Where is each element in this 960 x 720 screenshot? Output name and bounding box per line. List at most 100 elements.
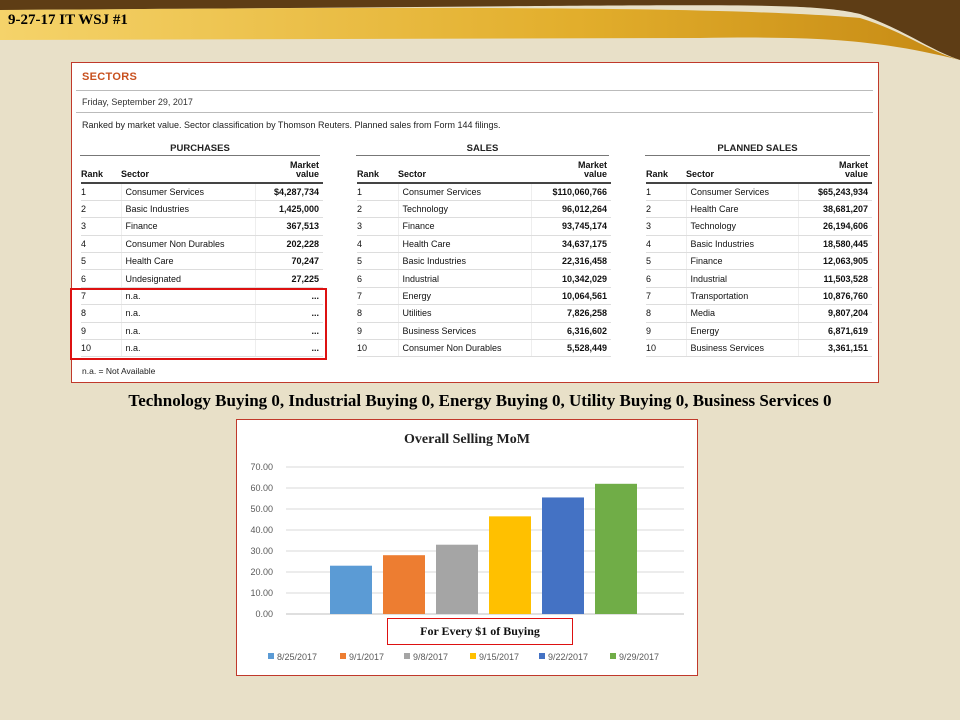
table-row: 6 Undesignated 27,225 bbox=[81, 269, 323, 288]
col-rank: Rank bbox=[357, 160, 398, 184]
value-cell: 7,826,258 bbox=[530, 304, 611, 323]
rank-cell: 2 bbox=[357, 200, 398, 219]
value-cell: 22,316,458 bbox=[530, 252, 611, 271]
sector-cell: Basic Industries bbox=[397, 252, 531, 271]
rank-cell: 9 bbox=[646, 322, 686, 341]
value-cell: 26,194,606 bbox=[797, 217, 872, 236]
value-cell: 10,064,561 bbox=[530, 287, 611, 306]
table-row: 10 Consumer Non Durables 5,528,449 bbox=[357, 339, 611, 358]
rank-cell: 3 bbox=[646, 217, 686, 236]
table-row: 1 Consumer Services $4,287,734 bbox=[81, 183, 323, 201]
sector-cell: Undesignated bbox=[120, 269, 255, 288]
sector-cell: Health Care bbox=[397, 235, 531, 254]
value-cell: 6,871,619 bbox=[797, 322, 872, 341]
sectors-date: Friday, September 29, 2017 bbox=[82, 97, 193, 107]
table-row: 1 Consumer Services $65,243,934 bbox=[646, 183, 872, 201]
value-cell: 367,513 bbox=[254, 217, 323, 236]
table-row: 5 Basic Industries 22,316,458 bbox=[357, 252, 611, 271]
divider bbox=[76, 90, 873, 91]
divider bbox=[76, 112, 873, 113]
sector-cell: Finance bbox=[120, 217, 255, 236]
table-row: 7 Energy 10,064,561 bbox=[357, 287, 611, 306]
value-cell: 3,361,151 bbox=[797, 339, 872, 358]
table-row: 3 Technology 26,194,606 bbox=[646, 217, 872, 236]
table-row: 3 Finance 367,513 bbox=[81, 217, 323, 236]
rank-cell: 1 bbox=[81, 183, 121, 201]
sector-cell: Industrial bbox=[397, 269, 531, 288]
value-cell: 5,528,449 bbox=[530, 339, 611, 358]
rank-cell: 6 bbox=[357, 269, 398, 288]
col-market-value: Market value bbox=[531, 160, 611, 184]
col-market-value: Market value bbox=[255, 160, 323, 184]
table-row: 2 Basic Industries 1,425,000 bbox=[81, 200, 323, 219]
rank-cell: 4 bbox=[357, 235, 398, 254]
rank-cell: 5 bbox=[357, 252, 398, 271]
rank-cell: 10 bbox=[357, 339, 398, 358]
rank-cell: 7 bbox=[646, 287, 686, 306]
value-cell: 1,425,000 bbox=[254, 200, 323, 219]
table-row: 10 Business Services 3,361,151 bbox=[646, 339, 872, 358]
value-cell: 18,580,445 bbox=[797, 235, 872, 254]
col-sector: Sector bbox=[121, 160, 255, 184]
planned-sales-title: PLANNED SALES bbox=[645, 143, 870, 156]
sector-cell: Technology bbox=[397, 200, 531, 219]
table-row: 5 Health Care 70,247 bbox=[81, 252, 323, 271]
table-row: 2 Technology 96,012,264 bbox=[357, 200, 611, 219]
rank-cell: 4 bbox=[81, 235, 121, 254]
table-row: 2 Health Care 38,681,207 bbox=[646, 200, 872, 219]
value-cell: 12,063,905 bbox=[797, 252, 872, 271]
rank-cell: 10 bbox=[646, 339, 686, 358]
table-row: 7 Transportation 10,876,760 bbox=[646, 287, 872, 306]
rank-cell: 1 bbox=[646, 183, 686, 201]
sector-cell: Energy bbox=[397, 287, 531, 306]
planned-sales-table: Rank Sector Market value 1 Consumer Servic… bbox=[646, 160, 872, 358]
value-cell: $65,243,934 bbox=[797, 183, 872, 201]
rank-cell: 8 bbox=[357, 304, 398, 323]
highlight-box bbox=[70, 288, 327, 360]
sector-cell: Utilities bbox=[397, 304, 531, 323]
sectors-heading: SECTORS bbox=[82, 71, 138, 83]
table-row: 9 Energy 6,871,619 bbox=[646, 322, 872, 341]
sector-cell: Basic Industries bbox=[685, 235, 798, 254]
buying-caption: Technology Buying 0, Industrial Buying 0… bbox=[128, 391, 832, 410]
table-row: 9 Business Services 6,316,602 bbox=[357, 322, 611, 341]
sector-cell: Finance bbox=[685, 252, 798, 271]
sector-cell: Technology bbox=[685, 217, 798, 236]
rank-cell: 3 bbox=[357, 217, 398, 236]
value-cell: $110,060,766 bbox=[530, 183, 611, 201]
sector-cell: Energy bbox=[685, 322, 798, 341]
chart-title: Overall Selling MoM bbox=[404, 432, 530, 447]
value-cell: 202,228 bbox=[254, 235, 323, 254]
value-cell: 10,342,029 bbox=[530, 269, 611, 288]
slide-title: 9-27-17 IT WSJ #1 bbox=[8, 12, 128, 28]
table-row: 4 Basic Industries 18,580,445 bbox=[646, 235, 872, 254]
sector-cell: Consumer Services bbox=[397, 183, 531, 201]
value-cell: 6,316,602 bbox=[530, 322, 611, 341]
rank-cell: 2 bbox=[646, 200, 686, 219]
sales-title: SALES bbox=[356, 143, 609, 156]
rank-cell: 1 bbox=[357, 183, 398, 201]
table-row: 8 Utilities 7,826,258 bbox=[357, 304, 611, 323]
rank-cell: 3 bbox=[81, 217, 121, 236]
sector-cell: Consumer Non Durables bbox=[120, 235, 255, 254]
sector-cell: Consumer Services bbox=[120, 183, 255, 201]
value-cell: 27,225 bbox=[254, 269, 323, 288]
sector-cell: Health Care bbox=[120, 252, 255, 271]
table-row: 4 Health Care 34,637,175 bbox=[357, 235, 611, 254]
col-rank: Rank bbox=[646, 160, 686, 184]
rank-cell: 2 bbox=[81, 200, 121, 219]
sector-cell: Consumer Non Durables bbox=[397, 339, 531, 358]
value-cell: 38,681,207 bbox=[797, 200, 872, 219]
sector-cell: Business Services bbox=[685, 339, 798, 358]
rank-cell: 5 bbox=[81, 252, 121, 271]
sales-table: Rank Sector Market value 1 Consumer Servic… bbox=[357, 160, 611, 358]
rank-cell: 8 bbox=[646, 304, 686, 323]
table-row: 6 Industrial 11,503,528 bbox=[646, 269, 872, 288]
table-row: 4 Consumer Non Durables 202,228 bbox=[81, 235, 323, 254]
rank-cell: 4 bbox=[646, 235, 686, 254]
sector-cell: Finance bbox=[397, 217, 531, 236]
rank-cell: 6 bbox=[646, 269, 686, 288]
sector-cell: Consumer Services bbox=[685, 183, 798, 201]
col-market-value: Market value bbox=[798, 160, 872, 184]
value-cell: 70,247 bbox=[254, 252, 323, 271]
